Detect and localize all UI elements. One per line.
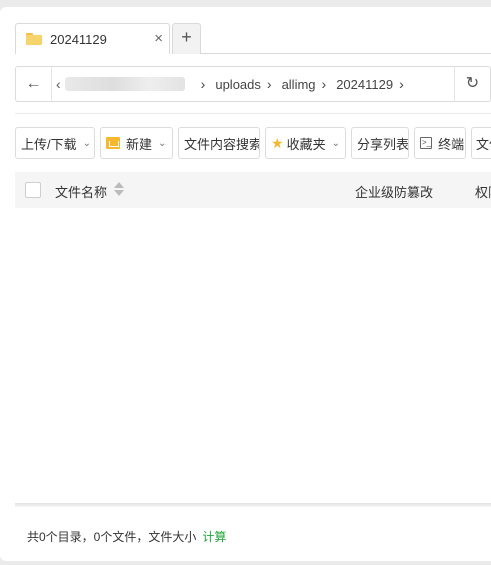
chevron-right-icon: › [200, 76, 206, 92]
calculate-link[interactable]: 计算 [202, 530, 226, 544]
new-label: 新建 [126, 136, 153, 152]
table-header: 文件名称 企业级防篡改 权限 [15, 172, 491, 208]
content-search-button[interactable]: 文件内容搜索 [178, 127, 260, 159]
file-manager-panel: 20241129 × + ← ‹ › uploads › allimg › 20… [0, 7, 491, 561]
column-header-name[interactable]: 文件名称 [55, 182, 107, 201]
chevron-down-icon: ⌄ [331, 137, 340, 149]
divider [15, 113, 491, 114]
back-arrow-icon[interactable]: ← [16, 67, 52, 101]
status-footer: 共0个目录，0个文件，文件大小 计算 [27, 528, 226, 545]
new-folder-icon [106, 137, 120, 149]
breadcrumb-more-icon[interactable]: ‹ [56, 76, 61, 92]
breadcrumb-allimg[interactable]: allimg [282, 77, 316, 92]
scroll-shadow [15, 503, 491, 507]
chevron-right-icon: › [321, 76, 327, 92]
plus-icon[interactable]: + [172, 23, 201, 54]
file-menu-button[interactable]: 文件 [471, 127, 491, 159]
chevron-down-icon: ⌄ [158, 137, 167, 149]
chevron-down-icon: ⌄ [82, 137, 92, 149]
sort-icon[interactable] [114, 181, 124, 197]
chevron-right-icon: › [266, 76, 272, 92]
share-list-label: 分享列表 [357, 136, 409, 152]
breadcrumb-20241129[interactable]: 20241129 [336, 77, 393, 92]
content-search-label: 文件内容搜索 [184, 136, 260, 152]
close-icon[interactable]: × [154, 30, 163, 48]
share-list-button[interactable]: 分享列表 [351, 127, 409, 159]
terminal-button[interactable]: >_ 终端 [414, 127, 466, 159]
favorites-label: 收藏夹 [286, 136, 326, 152]
address-bar: ← ‹ › uploads › allimg › 20241129 › ↻ [15, 66, 491, 102]
folder-icon [26, 33, 42, 45]
breadcrumb: ‹ › uploads › allimg › 20241129 › [56, 67, 414, 101]
breadcrumb-uploads[interactable]: uploads [215, 77, 261, 92]
chevron-right-icon[interactable]: › [399, 76, 404, 92]
tab-label: 20241129 [50, 31, 107, 47]
column-header-permission: 权限 [475, 185, 491, 200]
blurred-path-segment [64, 77, 185, 91]
tab-divider [200, 53, 491, 54]
refresh-icon[interactable]: ↻ [454, 67, 490, 101]
column-header-tamper-proof: 企业级防篡改 [355, 185, 434, 200]
terminal-label: 终端 [438, 136, 465, 152]
footer-summary: 共0个目录，0个文件，文件大小 [27, 530, 197, 544]
tab-current-folder[interactable]: 20241129 × [15, 23, 170, 54]
favorites-button[interactable]: ★ 收藏夹 ⌄ [265, 127, 346, 159]
star-icon: ★ [271, 134, 284, 151]
upload-download-label: 上传/下载 [21, 136, 77, 152]
new-button[interactable]: 新建 ⌄ [100, 127, 173, 159]
upload-download-button[interactable]: 上传/下载 ⌄ [15, 127, 95, 159]
file-menu-label: 文件 [476, 136, 491, 152]
select-all-checkbox[interactable] [25, 182, 41, 198]
terminal-icon: >_ [420, 137, 433, 149]
